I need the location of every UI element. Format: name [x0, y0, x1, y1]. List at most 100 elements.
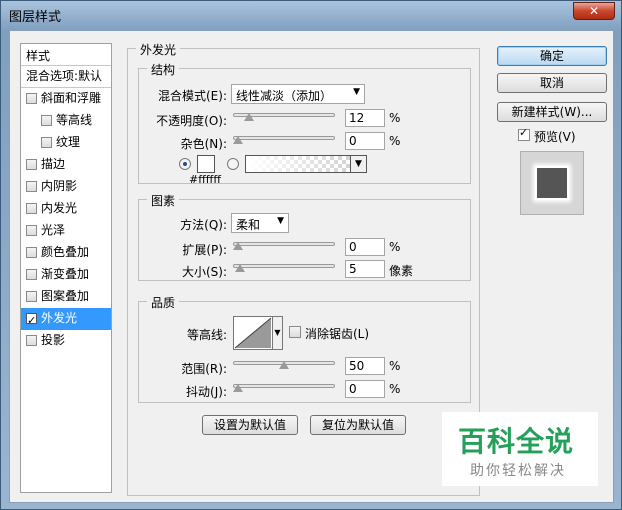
reset-default-button[interactable]: 复位为默认值	[310, 415, 406, 435]
solid-color-radio[interactable]	[179, 158, 191, 170]
blend-mode-select[interactable]: 线性减淡（添加） ▼	[231, 84, 365, 104]
style-checkbox[interactable]	[26, 159, 37, 170]
elements-title: 图素	[147, 192, 180, 209]
chevron-down-icon: ▼	[277, 216, 284, 226]
noise-track	[233, 136, 335, 140]
spread-track	[233, 242, 335, 246]
blend-mode-label: 混合模式(E):	[158, 89, 227, 103]
jitter-unit: %	[389, 382, 401, 396]
close-button[interactable]: ✕	[573, 2, 615, 20]
size-thumb[interactable]	[234, 264, 245, 272]
style-item[interactable]: 渐变叠加	[21, 264, 111, 286]
glow-color-hex: #ffffff	[189, 173, 221, 186]
size-unit: 像素	[389, 264, 414, 278]
range-unit: %	[389, 359, 401, 373]
styles-list: 样式 混合选项:默认 斜面和浮雕等高线纹理描边内阴影内发光光泽颜色叠加渐变叠加图…	[20, 43, 112, 493]
style-item[interactable]: 内阴影	[21, 176, 111, 198]
glow-gradient-picker[interactable]: ▼	[245, 155, 367, 173]
noise-input[interactable]: 0	[345, 132, 385, 150]
style-item[interactable]: 纹理	[21, 132, 111, 154]
new-style-button[interactable]: 新建样式(W)...	[497, 102, 607, 122]
noise-thumb[interactable]	[233, 136, 243, 144]
contour-label: 等高线:	[186, 328, 227, 342]
ok-button[interactable]: 确定	[497, 46, 607, 66]
opacity-thumb[interactable]	[244, 113, 255, 121]
style-checkbox[interactable]	[26, 247, 37, 258]
noise-unit: %	[389, 134, 401, 148]
style-item[interactable]: 投影	[21, 330, 111, 352]
style-item-label: 内阴影	[41, 179, 78, 193]
style-item-label: 光泽	[41, 223, 66, 237]
style-item[interactable]: 描边	[21, 154, 111, 176]
cancel-button[interactable]: 取消	[497, 73, 607, 93]
watermark-sub: 助你轻松解决	[470, 463, 566, 479]
antialias-checkbox[interactable]	[289, 326, 301, 338]
style-item[interactable]: 外发光	[21, 308, 111, 331]
antialias-label[interactable]: 消除锯齿(L)	[305, 325, 369, 342]
contour-picker[interactable]	[233, 316, 273, 350]
size-input[interactable]: 5	[345, 260, 385, 278]
style-item[interactable]: 图案叠加	[21, 286, 111, 308]
chevron-down-icon[interactable]: ▼	[350, 156, 366, 172]
quality-group: 品质 等高线: ▼ 消除锯齿(L) 范围(R): 50 % 抖动(J): 0 %	[138, 294, 471, 403]
preview-label[interactable]: 预览(V)	[534, 128, 576, 145]
preview-swatch	[535, 166, 569, 200]
style-item-label: 等高线	[56, 113, 93, 127]
style-checkbox[interactable]	[26, 335, 37, 346]
spread-thumb[interactable]	[233, 242, 243, 250]
outer-glow-group: 外发光 结构 混合模式(E): 线性减淡（添加） ▼ 不透明度(O): 12 %…	[127, 41, 480, 496]
jitter-track	[233, 384, 335, 388]
spread-input[interactable]: 0	[345, 238, 385, 256]
jitter-slider[interactable]	[233, 379, 335, 395]
chevron-down-icon: ▼	[353, 87, 360, 97]
jitter-thumb[interactable]	[233, 384, 243, 392]
glow-color-swatch[interactable]	[197, 155, 215, 173]
style-checkbox[interactable]	[26, 291, 37, 302]
range-input[interactable]: 50	[345, 357, 385, 375]
make-default-button[interactable]: 设置为默认值	[202, 415, 298, 435]
style-checkbox[interactable]	[26, 310, 37, 331]
style-item[interactable]: 颜色叠加	[21, 242, 111, 264]
style-item[interactable]: 内发光	[21, 198, 111, 220]
range-slider[interactable]	[233, 356, 335, 372]
preview-checkbox[interactable]	[518, 126, 530, 141]
contour-curve-icon	[234, 317, 272, 349]
blend-options-item[interactable]: 混合选项:默认	[21, 66, 111, 88]
elements-group: 图素 方法(Q): 柔和 ▼ 扩展(P): 0 % 大小(S): 5 像素	[138, 192, 471, 281]
range-label: 范围(R):	[181, 362, 227, 376]
style-checkbox[interactable]	[26, 203, 37, 214]
range-thumb[interactable]	[279, 361, 289, 369]
style-item-label: 外发光	[41, 311, 78, 325]
contour-dropdown[interactable]: ▼	[273, 316, 283, 350]
blend-mode-value: 线性减淡（添加）	[236, 89, 333, 103]
technique-value: 柔和	[236, 218, 261, 232]
layer-style-dialog: 图层样式 ✕ 样式 混合选项:默认 斜面和浮雕等高线纹理描边内阴影内发光光泽颜色…	[0, 0, 622, 510]
style-checkbox[interactable]	[41, 137, 52, 148]
opacity-input[interactable]: 12	[345, 109, 385, 127]
size-slider[interactable]	[233, 259, 335, 275]
style-item[interactable]: 光泽	[21, 220, 111, 242]
style-item[interactable]: 等高线	[21, 110, 111, 132]
style-checkbox[interactable]	[41, 115, 52, 126]
styles-header[interactable]: 样式	[21, 44, 111, 66]
style-checkbox[interactable]	[26, 181, 37, 192]
style-checkbox[interactable]	[26, 93, 37, 104]
quality-title: 品质	[147, 294, 180, 311]
noise-slider[interactable]	[233, 131, 335, 147]
size-label: 大小(S):	[181, 265, 227, 279]
structure-group: 结构 混合模式(E): 线性减淡（添加） ▼ 不透明度(O): 12 % 杂色(…	[138, 61, 471, 186]
size-track	[233, 264, 335, 268]
style-item[interactable]: 斜面和浮雕	[21, 88, 111, 110]
opacity-slider[interactable]	[233, 108, 335, 124]
style-item-label: 渐变叠加	[41, 267, 90, 281]
gradient-radio[interactable]	[227, 158, 239, 170]
style-item-label: 描边	[41, 157, 66, 171]
technique-select[interactable]: 柔和 ▼	[231, 213, 289, 233]
spread-slider[interactable]	[233, 237, 335, 253]
style-checkbox[interactable]	[26, 225, 37, 236]
window-title: 图层样式	[9, 10, 62, 25]
watermark: 百科全说 助你轻松解决	[442, 412, 598, 486]
style-checkbox[interactable]	[26, 269, 37, 280]
jitter-input[interactable]: 0	[345, 380, 385, 398]
watermark-main: 百科全说	[458, 425, 575, 458]
